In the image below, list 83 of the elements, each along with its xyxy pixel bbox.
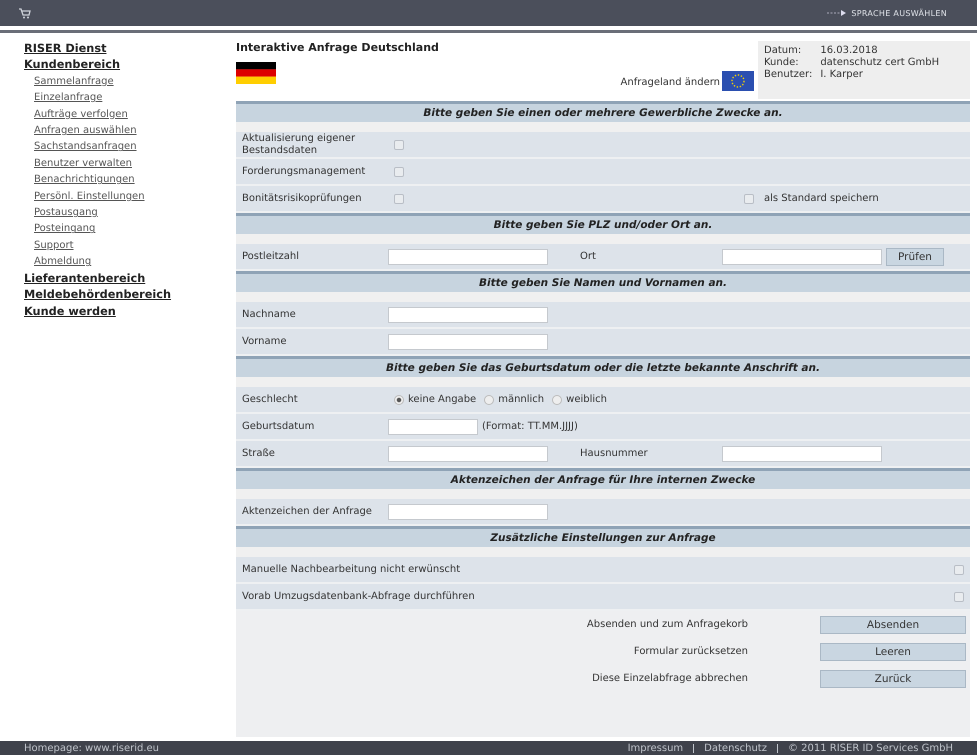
action-button[interactable]: Absenden: [820, 616, 966, 634]
radio-button[interactable]: [394, 394, 404, 404]
radio-label: weiblich: [566, 394, 607, 405]
sidebar-subitem[interactable]: Anfragen auswählen: [24, 123, 236, 140]
cart-icon[interactable]: [18, 7, 32, 19]
action-label: Formular zurücksetzen: [634, 646, 748, 657]
section-header: Zusätzliche Einstellungen zur Anfrage: [236, 526, 970, 547]
copyright-text: © 2011 RISER ID Services GmbH: [788, 742, 953, 754]
checkbox[interactable]: [954, 592, 964, 602]
arrow-icon: [827, 10, 848, 16]
field-label: Bonitätsrisikoprüfungen: [242, 192, 363, 204]
sidebar-subitem[interactable]: Sammelanfrage: [24, 74, 236, 90]
field-label: Hausnummer: [580, 448, 649, 459]
action-button[interactable]: Leeren: [820, 642, 966, 660]
sidebar-subitem[interactable]: Aufträge verfolgen: [24, 106, 236, 124]
field-label: Geburtsdatum: [242, 420, 316, 432]
info-label: Kunde:: [764, 57, 800, 68]
field-label: Postleitzahl: [242, 250, 300, 262]
radio-button[interactable]: [484, 394, 494, 404]
date-field[interactable]: [388, 418, 478, 434]
input-field[interactable]: [722, 446, 882, 462]
checkbox[interactable]: [954, 564, 964, 574]
sidebar-item[interactable]: Kundenbereich: [24, 57, 236, 74]
input-field[interactable]: [722, 248, 882, 264]
checkbox[interactable]: [394, 166, 404, 176]
sidebar-subitem[interactable]: Postausgang: [24, 205, 236, 222]
info-value: datenschutz cert GmbH: [820, 57, 940, 68]
sidebar-item[interactable]: Kunde werden: [24, 304, 236, 320]
german-flag-icon: [236, 62, 276, 84]
section-header: Bitte geben Sie Namen und Vornamen an.: [236, 271, 970, 292]
language-link[interactable]: SPRACHE AUSWÄHLEN: [851, 8, 947, 18]
sidebar-subitem[interactable]: Benutzer verwalten: [24, 156, 236, 172]
sidebar-subitem[interactable]: Sachstandsanfragen: [24, 139, 236, 156]
sidebar-subitem[interactable]: Support: [24, 238, 236, 254]
sidebar-subitem[interactable]: Benachrichtigungen: [24, 172, 236, 189]
info-label: Benutzer:: [764, 69, 812, 80]
footer-link[interactable]: Impressum: [628, 742, 684, 754]
action-label: Diese Einzelabfrage abbrechen: [592, 673, 748, 684]
eu-flag-icon[interactable]: [722, 71, 754, 91]
radio-label: männlich: [498, 394, 544, 405]
country-change-label: Anfrageland ändern: [620, 77, 720, 90]
radio-label: keine Angabe: [408, 394, 476, 405]
field-label: Aktenzeichen der Anfrage: [242, 506, 373, 518]
info-value: 16.03.2018: [820, 45, 879, 56]
sidebar-subitem[interactable]: Einzelanfrage: [24, 90, 236, 107]
option-label: Manuelle Nachbearbeitung nicht erwünscht: [242, 564, 462, 575]
sidebar-item[interactable]: Meldebehördenbereich: [24, 287, 236, 304]
sidebar-item[interactable]: Lieferantenbereich: [24, 270, 236, 288]
check-button[interactable]: Prüfen: [886, 248, 944, 266]
field-label: Aktualisierung eigener Bestandsdaten: [242, 132, 356, 156]
field-label: Nachname: [242, 308, 297, 320]
section-header: Bitte geben Sie einen oder mehrere Gewerbliche Zwecke an.: [236, 101, 970, 122]
section-header: Bitte geben Sie PLZ und/oder Ort an.: [236, 213, 970, 234]
option-label: Vorab Umzugsdatenbank-Abfrage durchführen: [242, 591, 476, 602]
input-field[interactable]: [388, 306, 548, 322]
checkbox[interactable]: [394, 194, 404, 204]
input-field[interactable]: [388, 446, 548, 462]
format-hint: (Format: TT.MM.JJJJ): [482, 421, 578, 432]
field-label: Straße: [242, 448, 276, 460]
info-label: Datum:: [764, 45, 802, 56]
field-label: Forderungsmanagement: [242, 166, 366, 178]
info-value: I. Karper: [820, 69, 864, 80]
footer-link[interactable]: Datenschutz: [704, 742, 767, 754]
input-field[interactable]: [388, 248, 548, 264]
checkbox[interactable]: [394, 140, 404, 150]
input-field[interactable]: [388, 334, 548, 350]
sidebar-subitem[interactable]: Abmeldung: [24, 254, 236, 271]
homepage-text: Homepage: www.riserid.eu: [24, 742, 160, 754]
checkbox-label: als Standard speichern: [764, 193, 879, 204]
sidebar-subitem[interactable]: Persönl. Einstellungen: [24, 188, 236, 206]
field-label: Vorname: [242, 336, 288, 348]
input-field[interactable]: [388, 504, 548, 520]
section-header: Bitte geben Sie das Geburtsdatum oder die letzte bekannte Anschrift an.: [236, 356, 970, 377]
action-button[interactable]: Zurück: [820, 670, 966, 688]
field-label: Ort: [580, 251, 597, 262]
section-header: Aktenzeichen der Anfrage für Ihre internen Zwecke: [236, 468, 970, 489]
checkbox[interactable]: [744, 194, 754, 204]
action-label: Absenden und zum Anfragekorb: [586, 619, 748, 630]
sidebar-subitem[interactable]: Posteingang: [24, 221, 236, 238]
radio-button[interactable]: [552, 394, 562, 404]
field-label: Geschlecht: [242, 394, 299, 406]
page-title: Interaktive Anfrage Deutschland: [236, 41, 440, 54]
sidebar-item[interactable]: RISER Dienst: [24, 41, 236, 58]
